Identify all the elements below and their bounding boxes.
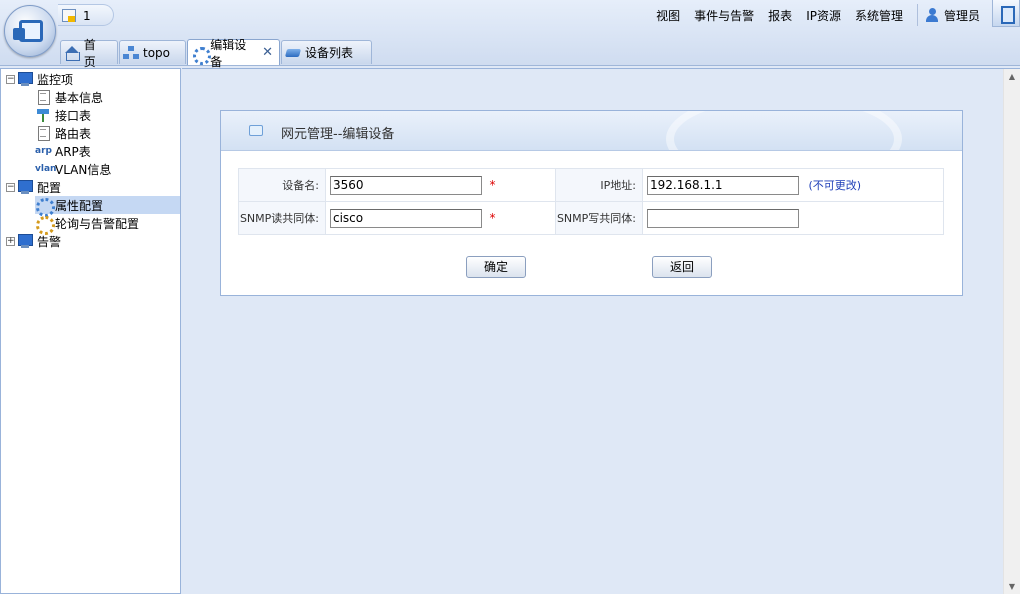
menu-divider (916, 4, 918, 26)
tab-label: 编辑设备 (210, 37, 247, 69)
app-logo[interactable] (4, 5, 56, 57)
menu-reports[interactable]: 报表 (768, 7, 792, 24)
collapse-icon[interactable]: − (6, 182, 15, 192)
panel-icon (249, 125, 263, 136)
collapse-icon[interactable]: − (6, 74, 15, 84)
topology-icon (124, 45, 139, 60)
device-name-input[interactable] (330, 175, 482, 195)
vlan-icon: vlan (35, 164, 57, 174)
gear-icon (192, 46, 212, 65)
tree-node-alarm[interactable]: + 告警 (6, 232, 61, 250)
tab-bar: 首 页 topo 编辑设备 ✕ 设备列表 (60, 38, 373, 69)
tree-label: 告警 (37, 234, 62, 249)
snmp-write-community-input[interactable] (647, 208, 799, 228)
tree-node-route-table[interactable]: 路由表 (35, 124, 91, 142)
panel-title: 网元管理--编辑设备 (281, 127, 395, 142)
tab-device-list[interactable]: 设备列表 (281, 40, 372, 64)
arp-icon: arp (35, 146, 52, 156)
menu-system-management[interactable]: 系统管理 (855, 7, 903, 24)
sidebar-tree: − 监控项 基本信息 接口表 路由表 arp ARP表 vlan VLAN信息 … (0, 68, 181, 594)
main-content: 网元管理--编辑设备 设备名: * IP地址: (不可更改) SNMP读共同体: (182, 68, 1020, 594)
back-button[interactable]: 返回 (652, 256, 712, 278)
menu-events-alarms[interactable]: 事件与告警 (694, 7, 754, 24)
network-icon (35, 107, 51, 123)
expand-icon[interactable]: + (6, 236, 15, 246)
document-icon (35, 125, 51, 141)
scroll-up-icon[interactable]: ▲ (1004, 69, 1020, 85)
close-icon[interactable]: ✕ (262, 45, 273, 60)
tree-node-config[interactable]: − 配置 (6, 178, 61, 196)
config-icon (35, 197, 55, 217)
tab-edit-device[interactable]: 编辑设备 ✕ (187, 38, 280, 69)
monitor-icon (17, 71, 33, 87)
tab-label: 首 页 (83, 37, 96, 69)
tree-node-poll-alarm-config[interactable]: 轮询与告警配置 (35, 214, 140, 235)
edit-device-panel: 网元管理--编辑设备 设备名: * IP地址: (不可更改) SNMP读共同体: (220, 110, 963, 296)
user-name: 管理员 (943, 8, 980, 23)
tree-label: 基本信息 (55, 90, 104, 105)
tree-label: ARP表 (55, 144, 91, 159)
snmp-read-community-input[interactable] (330, 208, 482, 228)
tree-label: VLAN信息 (55, 162, 112, 177)
document-icon (35, 89, 51, 105)
ip-readonly-note: (不可更改) (808, 179, 862, 192)
tree-node-property-config[interactable]: 属性配置 (35, 196, 180, 217)
ip-address-input[interactable] (647, 175, 799, 195)
monitor-icon (17, 179, 33, 195)
tree-node-basic-info[interactable]: 基本信息 (35, 88, 103, 106)
menu-view[interactable]: 视图 (656, 7, 680, 24)
user-menu[interactable]: 管理员 (925, 7, 980, 24)
device-list-icon (286, 46, 301, 60)
panel-header: 网元管理--编辑设备 (221, 111, 962, 151)
required-mark: * (489, 211, 496, 225)
tab-home[interactable]: 首 页 (60, 38, 118, 69)
monitor-icon (17, 233, 33, 249)
poll-alarm-icon (35, 215, 55, 235)
menu-ip-resources[interactable]: IP资源 (806, 7, 841, 24)
scroll-down-icon[interactable]: ▼ (1004, 579, 1020, 594)
tab-label: topo (143, 45, 171, 60)
tree-node-arp-table[interactable]: arp ARP表 (35, 142, 91, 160)
device-form: 设备名: * IP地址: (不可更改) SNMP读共同体: * SNMP写共同体… (238, 168, 944, 235)
exit-button[interactable] (992, 0, 1020, 27)
snmp-write-community-label: SNMP写共同体: (555, 201, 643, 235)
home-icon (65, 45, 80, 61)
tree-label: 路由表 (55, 126, 92, 141)
tree-label: 轮询与告警配置 (55, 216, 140, 231)
vertical-scrollbar[interactable]: ▲ ▼ (1003, 69, 1020, 594)
tree-label: 监控项 (37, 72, 74, 87)
required-mark: * (489, 178, 496, 192)
tree-node-vlan-info[interactable]: vlan VLAN信息 (35, 160, 111, 178)
ip-address-label: IP地址: (555, 168, 643, 202)
tab-topo[interactable]: topo (119, 40, 186, 64)
tree-label: 配置 (37, 180, 62, 195)
tree-node-interface-table[interactable]: 接口表 (35, 106, 91, 124)
app-header: 1 视图 事件与告警 报表 IP资源 系统管理 管理员 首 页 topo 编辑设… (0, 0, 1020, 69)
top-menu: 视图 事件与告警 报表 IP资源 系统管理 管理员 (656, 0, 1020, 27)
device-name-label: 设备名: (238, 168, 326, 202)
snmp-read-community-label: SNMP读共同体: (238, 201, 326, 235)
tree-node-monitor[interactable]: − 监控项 (6, 70, 73, 88)
notification-widget[interactable]: 1 (58, 4, 114, 26)
tree-label: 属性配置 (55, 198, 104, 213)
tree-label: 接口表 (55, 108, 92, 123)
notification-icon (62, 9, 76, 22)
tab-label: 设备列表 (305, 46, 354, 60)
user-icon (925, 8, 938, 22)
confirm-button[interactable]: 确定 (466, 256, 526, 278)
notification-count: 1 (83, 9, 91, 23)
